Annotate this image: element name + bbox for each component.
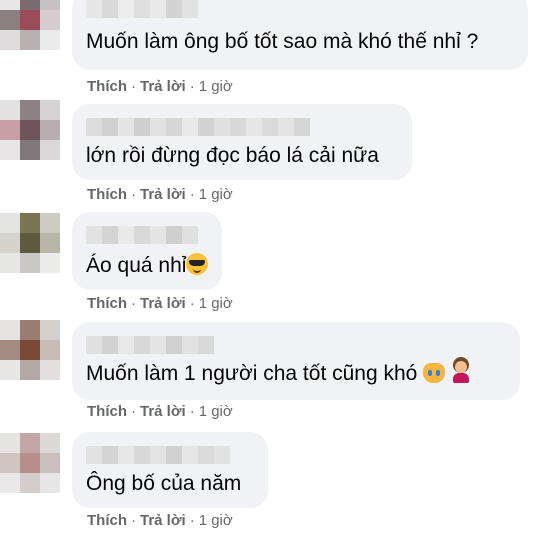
like-link[interactable]: Thích <box>87 512 127 529</box>
reply-link[interactable]: Trả lời <box>140 512 186 529</box>
avatar[interactable] <box>0 433 60 493</box>
timestamp[interactable]: 1 giờ <box>199 403 233 420</box>
avatar[interactable] <box>0 0 60 50</box>
separator: · <box>131 295 136 312</box>
smiling-face-with-sunglasses-icon <box>186 253 209 276</box>
commenter-name-redacted[interactable] <box>86 118 310 136</box>
comment-bubble: lớn rồi đừng đọc báo lá cải nữa <box>72 104 412 180</box>
timestamp[interactable]: 1 giờ <box>199 78 233 95</box>
comment-actions: Thích · Trả lời · 1 giờ <box>87 403 233 420</box>
comment-bubble: Muốn làm ông bố tốt sao mà khó thế nhỉ ? <box>72 0 528 70</box>
avatar[interactable] <box>0 100 60 160</box>
comment-bubble: Muốn làm 1 người cha tốt cũng khó <box>72 322 520 400</box>
reply-link[interactable]: Trả lời <box>140 186 186 203</box>
comment-actions: Thích · Trả lời · 1 giờ <box>87 295 233 312</box>
comment-text: Ông bố của năm <box>86 472 242 495</box>
separator: · <box>131 78 136 95</box>
reply-link[interactable]: Trả lời <box>140 78 186 95</box>
reply-link[interactable]: Trả lời <box>140 295 186 312</box>
person-facepalming-icon <box>451 361 471 384</box>
comment-text: Muốn làm 1 người cha tốt cũng khó <box>86 361 471 386</box>
comment-text-content: Áo quá nhỉ <box>86 254 187 277</box>
separator: · <box>131 512 136 529</box>
commenter-name-redacted[interactable] <box>86 446 230 464</box>
comment-actions: Thích · Trả lời · 1 giờ <box>87 512 233 529</box>
commenter-name-redacted[interactable] <box>86 0 198 18</box>
separator: · <box>189 403 195 420</box>
timestamp[interactable]: 1 giờ <box>199 295 233 312</box>
comment-text: Muốn làm ông bố tốt sao mà khó thế nhỉ ? <box>86 30 479 53</box>
timestamp[interactable]: 1 giờ <box>199 512 233 529</box>
timestamp[interactable]: 1 giờ <box>199 186 233 203</box>
comment-text: lớn rồi đừng đọc báo lá cải nữa <box>86 144 379 167</box>
separator: · <box>189 186 195 203</box>
separator: · <box>131 403 136 420</box>
crying-cat-icon <box>423 363 446 384</box>
like-link[interactable]: Thích <box>87 403 127 420</box>
comment-bubble: Ông bố của năm <box>72 432 268 508</box>
commenter-name-redacted[interactable] <box>86 226 198 244</box>
comment-actions: Thích · Trả lời · 1 giờ <box>87 78 233 95</box>
commenter-name-redacted[interactable] <box>86 336 214 354</box>
separator: · <box>189 78 195 95</box>
separator: · <box>131 186 136 203</box>
separator: · <box>189 295 195 312</box>
comment-actions: Thích · Trả lời · 1 giờ <box>87 186 233 203</box>
comment-text: Áo quá nhỉ <box>86 253 209 278</box>
avatar[interactable] <box>0 320 60 380</box>
like-link[interactable]: Thích <box>87 186 127 203</box>
like-link[interactable]: Thích <box>87 78 127 95</box>
reply-link[interactable]: Trả lời <box>140 403 186 420</box>
separator: · <box>189 512 195 529</box>
comment-text-content: Muốn làm 1 người cha tốt cũng khó <box>86 362 418 385</box>
like-link[interactable]: Thích <box>87 295 127 312</box>
comment-bubble: Áo quá nhỉ <box>72 212 222 290</box>
avatar[interactable] <box>0 213 60 273</box>
